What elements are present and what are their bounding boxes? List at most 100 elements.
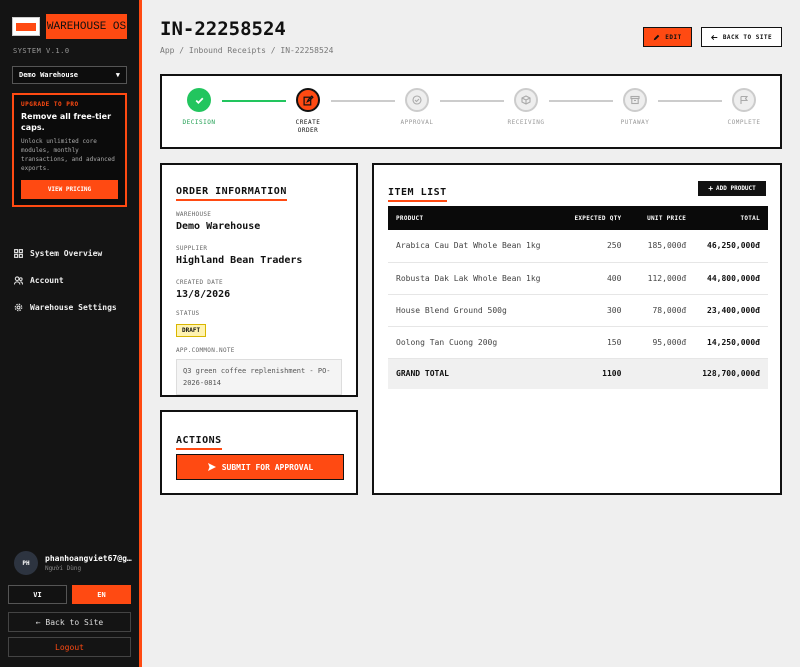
grand-total-value: 128,700,000đ [694,358,768,389]
sidebar: WAREHOUSE OS SYSTEM V.1.0 Demo Warehouse… [0,0,142,667]
product-cell: Oolong Tan Cuong 200g [388,326,560,359]
submit-for-approval-button[interactable]: SUBMIT FOR APPROVAL [176,454,344,480]
status-label: STATUS [176,310,200,317]
warehouse-select-value: Demo Warehouse [19,71,79,79]
qty-cell: 150 [559,326,630,359]
sidebar-item-warehouse-settings[interactable]: Warehouse Settings [14,294,117,321]
product-cell: Arabica Cau Dat Whole Bean 1kg [388,230,560,263]
step-label: COMPLETE [727,119,761,126]
column-header-product: PRODUCT [388,206,560,230]
step-label: APPROVAL [400,119,434,126]
unit-price-cell: 95,000đ [629,326,695,359]
brand-name[interactable]: WAREHOUSE OS [46,14,127,39]
step-connector [331,100,395,102]
step-connector [658,100,722,102]
grand-total-label: GRAND TOTAL [388,358,560,389]
language-vi-button[interactable]: VI [8,585,67,604]
total-cell: 44,800,000đ [694,262,768,295]
warehouse-value: Demo Warehouse [176,221,261,232]
edit-button-label: EDIT [665,33,682,41]
plus-icon: + [708,184,714,193]
step-receiving: RECEIVING [496,88,556,127]
step-connector [222,100,286,102]
pencil-icon [653,34,660,40]
view-pricing-button[interactable]: VIEW PRICING [21,180,118,199]
note-label: APP.COMMON.NOTE [176,347,235,354]
flag-icon [732,88,756,112]
step-label: DECISION [182,119,216,126]
unit-price-cell: 78,000đ [629,294,695,327]
order-information-title: ORDER INFORMATION [176,186,287,201]
unit-price-cell: 185,000đ [629,230,695,263]
logo-row: WAREHOUSE OS [12,14,127,39]
actions-title: ACTIONS [176,435,222,450]
send-icon [207,463,216,471]
add-product-button[interactable]: + ADD PRODUCT [698,181,766,196]
step-connector [549,100,613,102]
table-row[interactable]: Arabica Cau Dat Whole Bean 1kg 250 185,0… [388,230,768,263]
grand-total-qty: 1100 [559,358,630,389]
check-circle-icon [405,88,429,112]
back-to-site-button[interactable]: BACK TO SITE [701,27,782,47]
qty-cell: 400 [559,262,630,295]
edit-button[interactable]: EDIT [643,27,692,47]
promo-tag: UPGRADE TO PRO [21,101,79,108]
logo-icon [12,17,40,36]
item-list-panel: ITEM LIST + ADD PRODUCT PRODUCT EXPECTED… [372,163,782,495]
user-card[interactable]: PH phanhoangviet67@g… Người Dùng [8,540,134,586]
sidebar-item-label: System Overview [30,249,103,258]
check-icon [187,88,211,112]
qty-cell: 300 [559,294,630,327]
qty-cell: 250 [559,230,630,263]
sidebar-item-system-overview[interactable]: System Overview [14,240,117,267]
box-icon [514,88,538,112]
page-title: IN-22258524 [160,18,286,40]
product-cell: House Blend Ground 500g [388,294,560,327]
step-label: CREATE ORDER [295,119,321,134]
language-en-button[interactable]: EN [72,585,131,604]
back-to-site-label: BACK TO SITE [722,33,773,41]
grid-icon [14,249,23,258]
user-info: phanhoangviet67@g… Người Dùng [45,554,133,572]
promo-body: Unlock unlimited core modules, monthly t… [21,138,115,172]
step-complete: COMPLETE [714,88,774,127]
workflow-stepper: DECISION CREATE ORDER APPROVAL RECEIVING… [160,74,782,149]
users-icon [14,276,23,285]
edit-icon [296,88,320,112]
total-cell: 46,250,000đ [694,230,768,263]
dropdown-arrow-icon: ▼ [115,71,120,79]
order-information-panel: ORDER INFORMATION WAREHOUSE Demo Warehou… [160,163,358,397]
note-value: Q3 green coffee replenishment - PO-2026-… [176,359,342,395]
table-row[interactable]: Oolong Tan Cuong 200g 150 95,000đ 14,250… [388,326,768,359]
sidebar-item-account[interactable]: Account [14,267,117,294]
grand-total-row: GRAND TOTAL 1100 128,700,000đ [388,358,768,389]
status-badge: DRAFT [176,324,207,337]
grand-total-empty-cell [629,358,695,389]
step-putaway: PUTAWAY [605,88,665,127]
total-cell: 23,400,000đ [694,294,768,327]
warehouse-select[interactable]: Demo Warehouse ▼ [12,66,127,84]
table-row[interactable]: Robusta Dak Lak Whole Bean 1kg 400 112,0… [388,262,768,295]
submit-button-label: SUBMIT FOR APPROVAL [221,462,314,472]
gear-icon [14,303,23,312]
upgrade-promo: UPGRADE TO PRO Remove all free-tier caps… [12,93,127,207]
add-product-label: ADD PRODUCT [716,185,756,192]
arrow-left-icon [710,34,718,40]
column-header-expected-qty: EXPECTED QTY [559,206,630,230]
step-connector [440,100,504,102]
user-role: Người Dùng [45,565,82,572]
total-cell: 14,250,000đ [694,326,768,359]
promo-headline: Remove all free-tier caps. [21,112,112,132]
logout-button[interactable]: Logout [8,637,131,657]
step-label: PUTAWAY [620,119,650,126]
back-to-site-sidebar-button[interactable]: ← Back to Site [8,612,131,632]
step-create-order: CREATE ORDER [278,88,338,135]
table-row[interactable]: House Blend Ground 500g 300 78,000đ 23,4… [388,294,768,327]
warehouse-label: WAREHOUSE [176,211,212,218]
created-date-label: CREATED DATE [176,279,223,286]
table-header-row: PRODUCT EXPECTED QTY UNIT PRICE TOTAL [388,206,768,230]
version-label: SYSTEM V.1.0 [13,47,70,55]
user-name: phanhoangviet67@g… [45,554,132,563]
unit-price-cell: 112,000đ [629,262,695,295]
item-list-title: ITEM LIST [388,187,447,202]
